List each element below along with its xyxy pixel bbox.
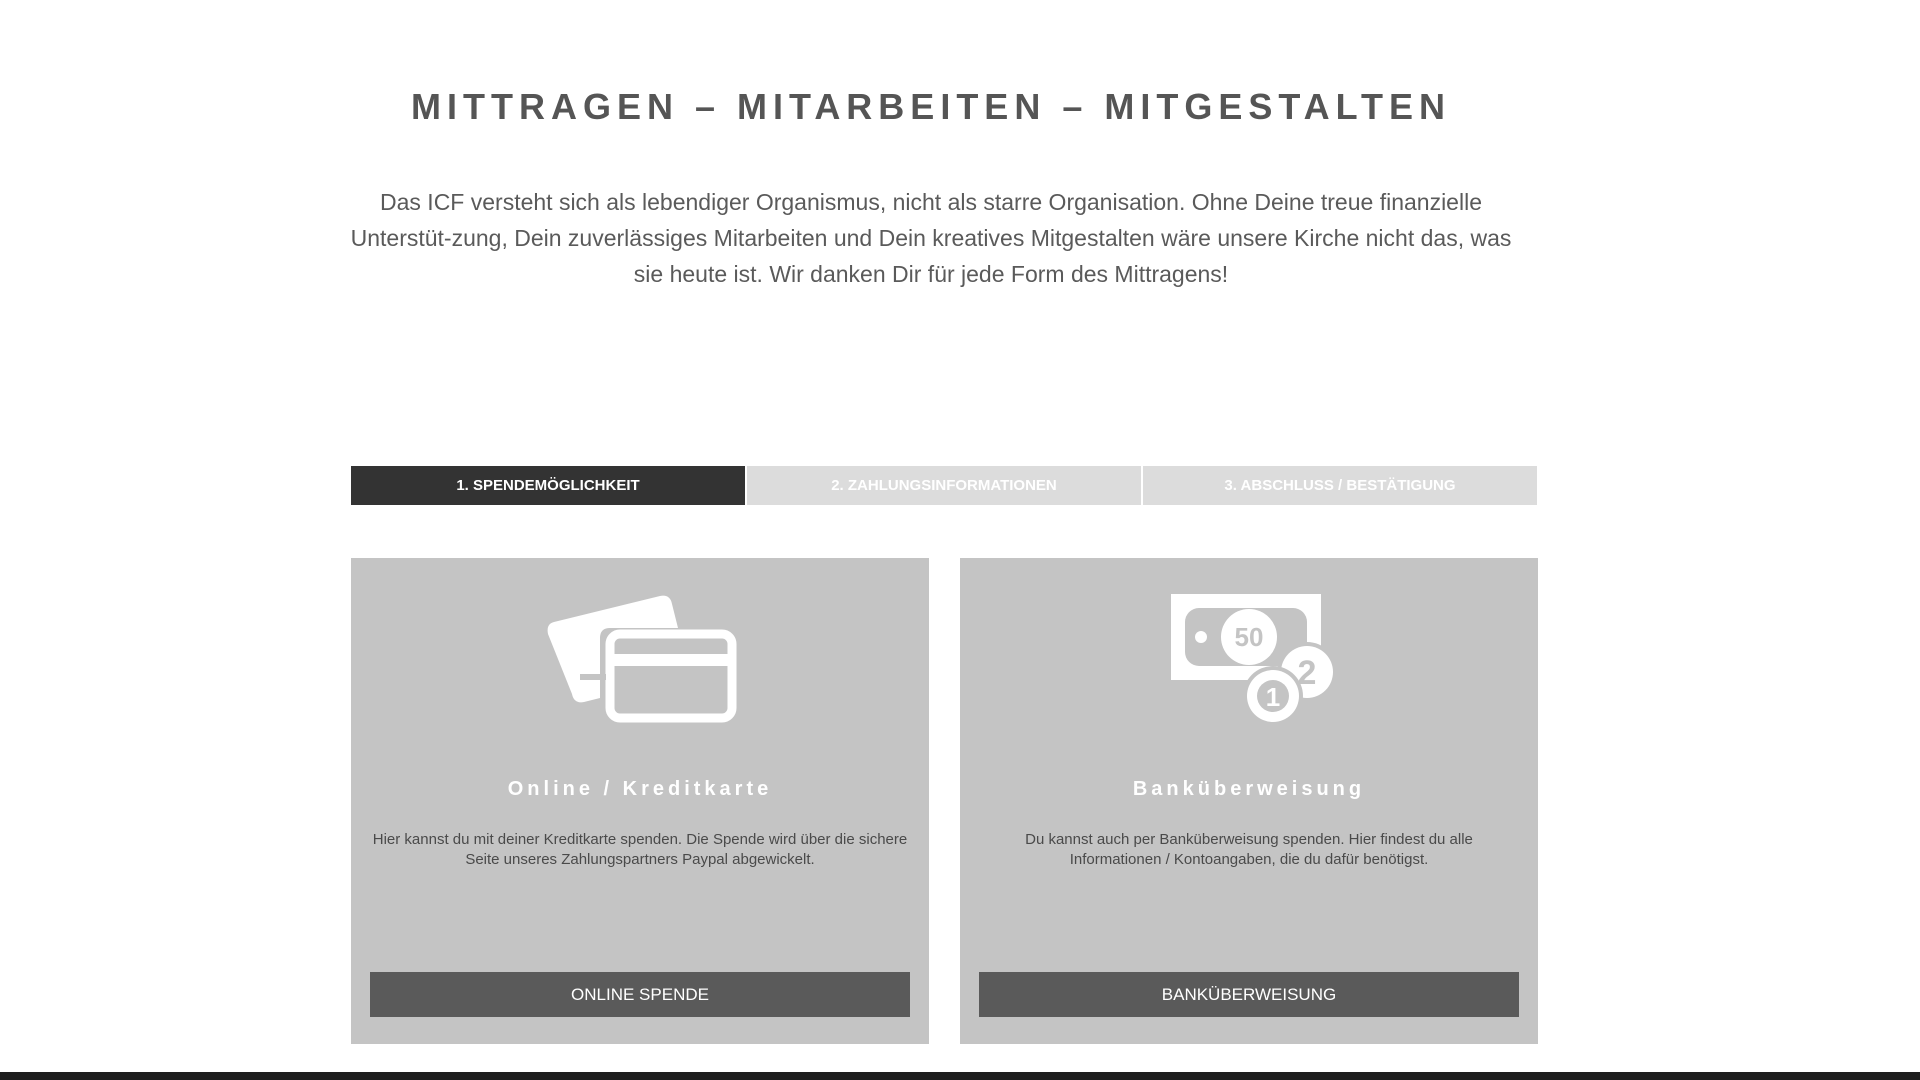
bank-transfer-button[interactable]: BANKÜBERWEISUNG bbox=[979, 972, 1519, 1017]
page-title: MITTRAGEN – MITARBEITEN – MITGESTALTEN bbox=[411, 86, 1451, 127]
credit-card-icon bbox=[547, 595, 737, 723]
step-tab-payment-info[interactable]: 2. ZAHLUNGSINFORMATIONEN bbox=[747, 466, 1143, 505]
card-bank-transfer: 50 2 1 Banküberweisung Du kannst auch pe… bbox=[960, 558, 1538, 1044]
card-title: Online / Kreditkarte bbox=[507, 778, 773, 800]
card-description: Du kannst auch per Banküberweisung spend… bbox=[1025, 831, 1473, 868]
step-tab-donation-option[interactable]: 1. SPENDEMÖGLICHKEIT bbox=[351, 466, 747, 505]
step-tab-confirmation[interactable]: 3. ABSCHLUSS / BESTÄTIGUNG bbox=[1143, 466, 1537, 505]
donation-steps: 1. SPENDEMÖGLICHKEIT 2. ZAHLUNGSINFORMAT… bbox=[351, 466, 1537, 505]
online-donation-button[interactable]: ONLINE SPENDE bbox=[370, 972, 910, 1017]
card-description: Hier kannst du mit deiner Kreditkarte sp… bbox=[372, 831, 908, 868]
money-coins-icon: 50 2 1 bbox=[1171, 594, 1337, 726]
card-title: Banküberweisung bbox=[1132, 778, 1366, 800]
footer-image-strip bbox=[0, 1072, 1920, 1080]
bill-value-text: 50 bbox=[1235, 622, 1264, 652]
coin-one-text: 1 bbox=[1266, 682, 1280, 712]
intro-text: Das ICF versteht sich als lebendiger Org… bbox=[350, 189, 1512, 287]
card-online-creditcard: Online / Kreditkarte Hier kannst du mit … bbox=[351, 558, 929, 1044]
